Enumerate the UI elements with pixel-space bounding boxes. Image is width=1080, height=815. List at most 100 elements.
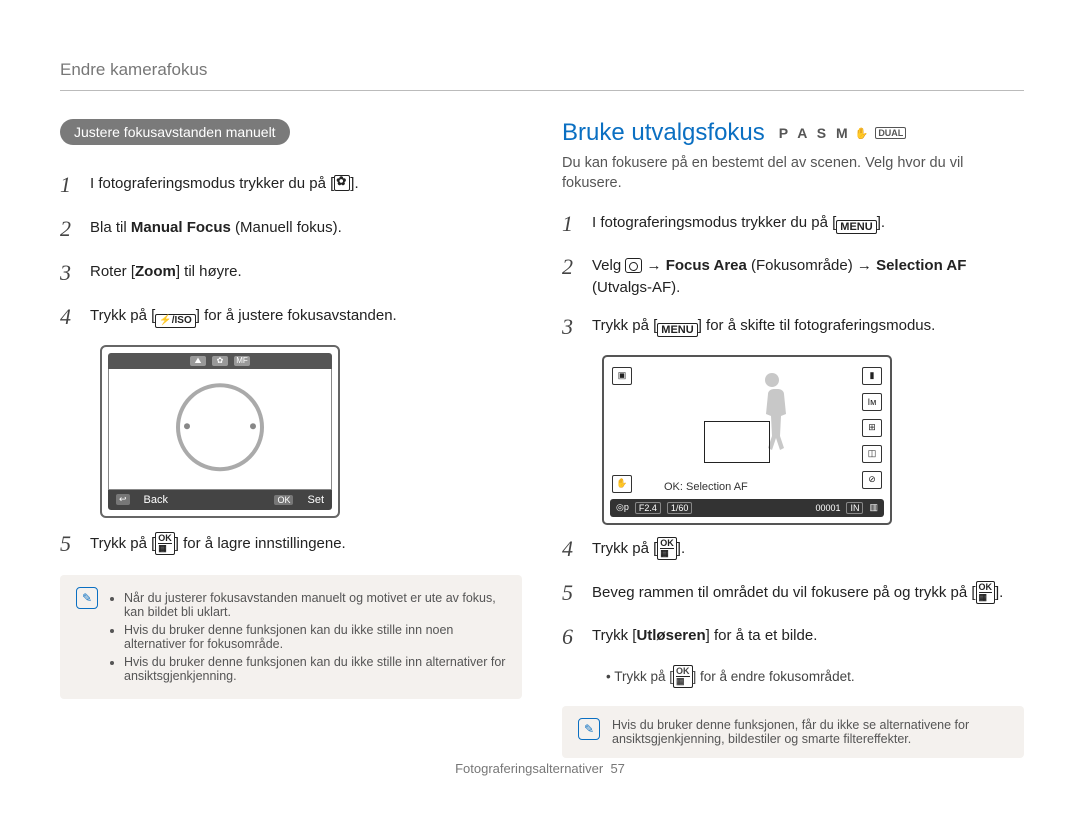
step-2: 2 Bla til Manual Focus (Manuell fokus). <box>60 213 522 245</box>
step-4: 4 Trykk på [⚡/ISO] for å justere fokusav… <box>60 301 522 333</box>
text: Velg <box>592 257 625 274</box>
ok-icon: OK▦ <box>155 532 175 555</box>
note-box: Hvis du bruker denne funksjonen, får du … <box>562 706 1024 758</box>
frame-count: 00001 <box>815 503 840 513</box>
text: I fotograferingsmodus trykker du på [ <box>592 214 836 231</box>
focus-dial-diagram: ⛰ ✿ MF ↩ Back OK Set <box>100 345 340 518</box>
bold-text: Zoom <box>135 263 176 280</box>
text: Trykk på [ <box>592 540 657 557</box>
text: ]. <box>677 540 685 557</box>
text: ] for å ta et bilde. <box>706 627 818 644</box>
step-number: 2 <box>562 251 580 299</box>
text: Trykk [ <box>592 627 636 644</box>
r-step-2: 2 Velg → Focus Area (Fokusområde) → Sele… <box>562 251 1024 299</box>
section-badge: Justere fokusavstanden manuelt <box>60 119 290 145</box>
dual-chip: DUAL <box>875 127 906 139</box>
text: Bla til <box>90 219 131 236</box>
page-header: Endre kamerafokus <box>60 60 1024 91</box>
page-footer: Fotograferingsalternativer 57 <box>0 761 1080 776</box>
focus-frame <box>704 421 770 463</box>
bold-text: Manual Focus <box>131 219 231 236</box>
title-text: Bruke utvalgsfokus <box>562 119 765 147</box>
step-number: 3 <box>562 311 580 343</box>
r-step-4: 4 Trykk på [OK▦]. <box>562 533 1024 565</box>
bold-text: Selection AF <box>876 257 966 274</box>
r-step-3: 3 Trykk på [MENU] for å skifte til fotog… <box>562 311 1024 343</box>
text: ] for å justere fokusavstanden. <box>196 307 397 324</box>
text: Trykk på [ <box>90 307 155 324</box>
macro-flower-icon <box>334 175 350 191</box>
note-item: Hvis du bruker denne funksjonen kan du i… <box>124 655 506 683</box>
step-number: 2 <box>60 213 78 245</box>
text: (Fokusområde) → <box>747 257 876 274</box>
text: Roter [ <box>90 263 135 280</box>
text: ] til høyre. <box>176 263 242 280</box>
text: ] for å skifte til fotograferingsmodus. <box>698 317 936 334</box>
step-5: 5 Trykk på [OK▦] for å lagre innstilling… <box>60 528 522 560</box>
focus-dial <box>176 383 264 471</box>
step-number: 3 <box>60 257 78 289</box>
step-number: 5 <box>562 577 580 609</box>
text: (Utvalgs-AF). <box>592 279 680 296</box>
step-number: 1 <box>60 169 78 201</box>
set-label: Set <box>307 494 324 506</box>
text: (Manuell fokus). <box>231 219 342 236</box>
note-text: Hvis du bruker denne funksjonen, får du … <box>612 718 1008 746</box>
shutter-value: 1/60 <box>667 502 693 514</box>
text: ]. <box>877 214 885 231</box>
ok-icon: OK▦ <box>657 537 677 560</box>
bold-text: Focus Area <box>666 257 747 274</box>
step-number: 6 <box>562 621 580 653</box>
text: Beveg rammen til området du vil fokusere… <box>592 584 976 601</box>
text: ]. <box>350 175 358 192</box>
note-box: Når du justerer fokusavstanden manuelt o… <box>60 575 522 699</box>
note-item: Når du justerer fokusavstanden manuelt o… <box>124 591 506 619</box>
r-step-1: 1 I fotograferingsmodus trykker du på [M… <box>562 208 1024 240</box>
step-number: 1 <box>562 208 580 240</box>
note-icon <box>76 587 98 609</box>
section-title: Bruke utvalgsfokus P A S M ✋DUAL <box>562 119 1024 147</box>
quality-icon: ⊞ <box>862 419 882 437</box>
text: I fotograferingsmodus trykker du på [ <box>90 175 334 192</box>
storage-in-icon: IN <box>846 502 863 514</box>
right-column: Bruke utvalgsfokus P A S M ✋DUAL Du kan … <box>562 119 1024 774</box>
step-number: 5 <box>60 528 78 560</box>
text: ] for å lagre innstillingene. <box>175 535 346 552</box>
text: ]. <box>995 584 1003 601</box>
preview-caption: OK: Selection AF <box>664 481 748 493</box>
ok-key-icon: OK <box>274 495 293 505</box>
back-label: Back <box>144 494 168 506</box>
ok-icon: OK▦ <box>673 665 693 688</box>
intro-text: Du kan fokusere på en bestemt del av sce… <box>562 153 1024 194</box>
ok-icon: OK▦ <box>976 581 996 604</box>
arrow: → <box>642 257 665 274</box>
battery-level-icon: ▥ <box>869 502 878 513</box>
note-item: Hvis du bruker denne funksjonen kan du i… <box>124 623 506 651</box>
aperture-value: F2.4 <box>635 502 661 514</box>
text: Trykk på [ <box>592 317 657 334</box>
left-column: Justere fokusavstanden manuelt 1 I fotog… <box>60 119 522 774</box>
camera-icon <box>625 258 642 273</box>
r-step-5: 5 Beveg rammen til området du vil fokuse… <box>562 577 1024 609</box>
metering-icon: ◫ <box>862 445 882 463</box>
camera-status-bar: ◎p F2.4 1/60 00001 IN ▥ <box>610 499 884 517</box>
sub-bullet: Trykk på [OK▦] for å endre fokusområdet. <box>562 665 1024 688</box>
mode-dial-icon: ◎p <box>616 502 629 513</box>
menu-icon: MENU <box>836 220 876 234</box>
menu-icon: MENU <box>657 323 697 337</box>
bold-text: Utløseren <box>636 627 705 644</box>
camera-preview: ▣ ✋ ▮ Iм ⊞ ◫ ⊘ OK: Sele <box>602 355 892 525</box>
r-step-6: 6 Trykk [Utløseren] for å ta et bilde. <box>562 621 1024 653</box>
flash-off-icon: ⊘ <box>862 471 882 489</box>
note-icon <box>578 718 600 740</box>
step-3: 3 Roter [Zoom] til høyre. <box>60 257 522 289</box>
text: Trykk på [ <box>90 535 155 552</box>
mode-indicators: P A S M ✋DUAL <box>779 125 907 141</box>
battery-icon: ▮ <box>862 367 882 385</box>
diagram-near-icon: ⛰ <box>190 356 206 366</box>
back-key-icon: ↩ <box>116 494 130 505</box>
size-icon: Iм <box>862 393 882 411</box>
flash-iso-icon: ⚡/ISO <box>155 314 195 328</box>
step-number: 4 <box>562 533 580 565</box>
diagram-mf-icon: MF <box>234 356 250 366</box>
